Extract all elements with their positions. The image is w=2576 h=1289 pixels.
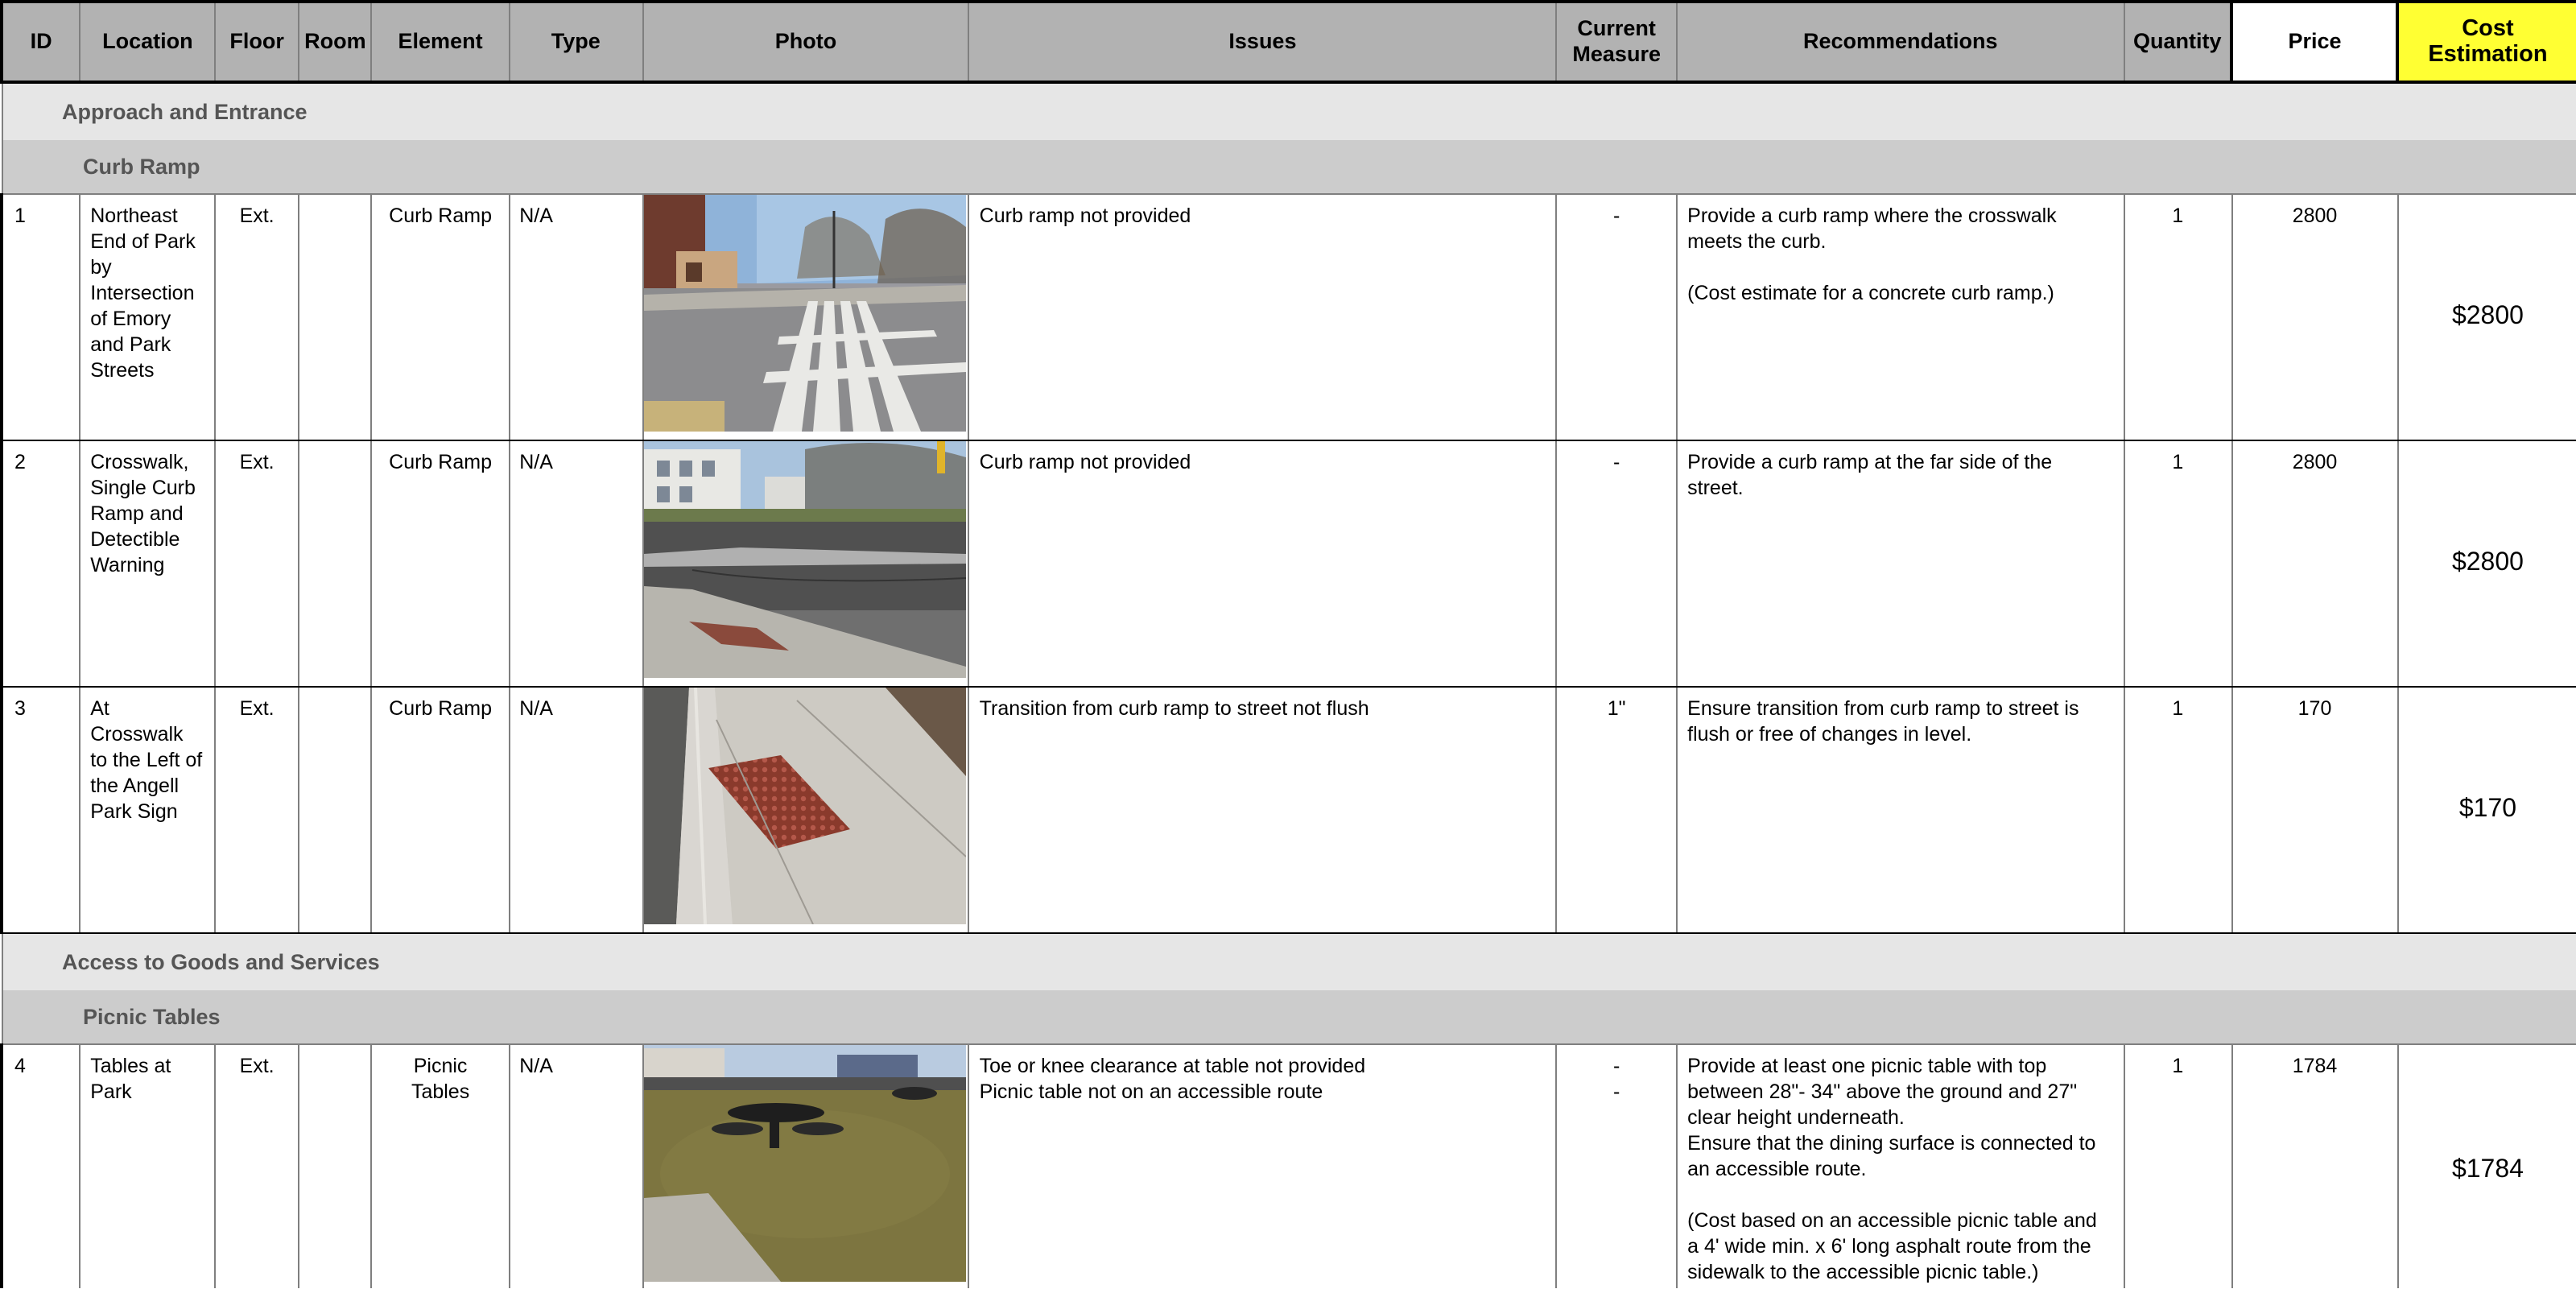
page: ID Location Floor Room Element Type Phot… xyxy=(0,0,2576,1288)
cell-id: 4 xyxy=(0,1043,81,1288)
crosswalk-photo xyxy=(642,193,970,441)
cell-current-measure: -- xyxy=(1555,1043,1678,1288)
cell-floor: Ext. xyxy=(214,440,299,688)
cell-floor: Ext. xyxy=(214,686,299,934)
street-curb-photo xyxy=(642,440,970,688)
cell-element: Curb Ramp xyxy=(370,686,510,934)
col-header-id: ID xyxy=(0,0,81,84)
cell-quantity: 1 xyxy=(2123,193,2233,441)
subsection-title: Picnic Tables xyxy=(1,990,2576,1044)
cell-price: 2800 xyxy=(2231,440,2399,688)
cost-estimate-table: ID Location Floor Room Element Type Phot… xyxy=(0,0,2576,1288)
cell-type: N/A xyxy=(508,686,644,934)
recommendation-text: Provide a curb ramp at the far side of t… xyxy=(1687,451,2053,499)
cell-issues: Transition from curb ramp to street not … xyxy=(968,686,1558,934)
cell-room xyxy=(297,686,373,934)
col-header-type: Type xyxy=(508,0,644,84)
cell-room xyxy=(297,193,373,441)
cell-quantity: 1 xyxy=(2123,440,2233,688)
col-header-element: Element xyxy=(370,0,510,84)
measure-text: 1" xyxy=(1607,697,1626,720)
issue-text: Picnic table not on an accessible route xyxy=(979,1080,1323,1103)
cell-cost-estimation: $2800 xyxy=(2396,440,2576,688)
cell-id: 2 xyxy=(0,440,81,688)
col-header-issues: Issues xyxy=(968,0,1558,84)
col-header-cost-estimation: Cost Estimation xyxy=(2396,0,2576,84)
issue-text: Toe or knee clearance at table not provi… xyxy=(979,1055,1366,1077)
cell-cost-estimation: $1784 xyxy=(2396,1043,2576,1288)
cell-current-measure: - xyxy=(1555,193,1678,441)
cell-recommendations: Ensure transition from curb ramp to stre… xyxy=(1676,686,2125,934)
table-row: 4 Tables at Park Ext. Picnic Tables N/A Toe … xyxy=(0,1043,2576,1288)
table-body: Approach and Entrance Curb Ramp 1 Northeast… xyxy=(0,82,2576,1288)
measure-text: - xyxy=(1613,1055,1620,1077)
cell-location: Northeast End of Park by Intersection of… xyxy=(79,193,217,441)
subsection-title: Curb Ramp xyxy=(1,140,2576,194)
cell-price: 1784 xyxy=(2231,1043,2399,1288)
cell-current-measure: - xyxy=(1555,440,1678,688)
col-header-room: Room xyxy=(297,0,373,84)
cell-type: N/A xyxy=(508,1043,644,1288)
cell-price: 170 xyxy=(2231,686,2399,934)
detectable-warning-photo xyxy=(642,686,970,934)
issue-text: Curb ramp not provided xyxy=(979,451,1191,473)
cell-issues: Curb ramp not provided xyxy=(968,193,1558,441)
table-row: 1 Northeast End of Park by Intersection o… xyxy=(0,193,2576,441)
picnic-table-photo xyxy=(642,1043,970,1288)
col-header-location: Location xyxy=(79,0,217,84)
issue-text: Transition from curb ramp to street not … xyxy=(979,697,1369,720)
recommendation-text: Provide a curb ramp where the crosswalk … xyxy=(1687,205,2057,304)
col-header-floor: Floor xyxy=(214,0,299,84)
recommendation-text: Provide at least one picnic table with t… xyxy=(1687,1055,2097,1283)
cell-price: 2800 xyxy=(2231,193,2399,441)
cell-floor: Ext. xyxy=(214,193,299,441)
section-title: Approach and Entrance xyxy=(1,82,2576,140)
cell-issues: Toe or knee clearance at table not provi… xyxy=(968,1043,1558,1288)
section-header-row: Approach and Entrance xyxy=(1,82,2576,140)
table-row: 3 At Crosswalk to the Left of the Angell … xyxy=(0,686,2576,934)
header-row: ID Location Floor Room Element Type Phot… xyxy=(0,0,2576,84)
cell-current-measure: 1" xyxy=(1555,686,1678,934)
cell-location: Tables at Park xyxy=(79,1043,217,1288)
cell-id: 3 xyxy=(0,686,81,934)
cell-id: 1 xyxy=(0,193,81,441)
cell-location: At Crosswalk to the Left of the Angell P… xyxy=(79,686,217,934)
cell-element: Curb Ramp xyxy=(370,440,510,688)
cell-element: Curb Ramp xyxy=(370,193,510,441)
section-title: Access to Goods and Services xyxy=(1,933,2576,990)
col-header-recommendations: Recommendations xyxy=(1676,0,2125,84)
cell-element: Picnic Tables xyxy=(370,1043,510,1288)
cell-quantity: 1 xyxy=(2123,1043,2233,1288)
col-header-photo: Photo xyxy=(642,0,970,84)
measure-text: - xyxy=(1613,451,1620,473)
measure-text: - xyxy=(1613,1080,1620,1103)
cell-quantity: 1 xyxy=(2123,686,2233,934)
col-header-price: Price xyxy=(2230,0,2400,84)
cell-room xyxy=(297,1043,373,1288)
section-header-row: Access to Goods and Services xyxy=(1,933,2576,990)
cell-room xyxy=(297,440,373,688)
table-row: 2 Crosswalk, Single Curb Ramp and Detecti… xyxy=(0,440,2576,688)
cell-recommendations: Provide a curb ramp at the far side of t… xyxy=(1676,440,2125,688)
cell-type: N/A xyxy=(508,440,644,688)
subsection-header-row: Curb Ramp xyxy=(1,140,2576,194)
col-header-quantity: Quantity xyxy=(2123,0,2233,84)
cell-type: N/A xyxy=(508,193,644,441)
recommendation-text: Ensure transition from curb ramp to stre… xyxy=(1687,697,2079,746)
col-header-current-measure: Current Measure xyxy=(1555,0,1678,84)
cell-cost-estimation: $2800 xyxy=(2396,193,2576,441)
cell-location: Crosswalk, Single Curb Ramp and Detectib… xyxy=(79,440,217,688)
subsection-header-row: Picnic Tables xyxy=(1,990,2576,1044)
cell-floor: Ext. xyxy=(214,1043,299,1288)
cell-recommendations: Provide a curb ramp where the crosswalk … xyxy=(1676,193,2125,441)
cell-issues: Curb ramp not provided xyxy=(968,440,1558,688)
cell-recommendations: Provide at least one picnic table with t… xyxy=(1676,1043,2125,1288)
cell-cost-estimation: $170 xyxy=(2396,686,2576,934)
issue-text: Curb ramp not provided xyxy=(979,205,1191,227)
measure-text: - xyxy=(1613,205,1620,227)
